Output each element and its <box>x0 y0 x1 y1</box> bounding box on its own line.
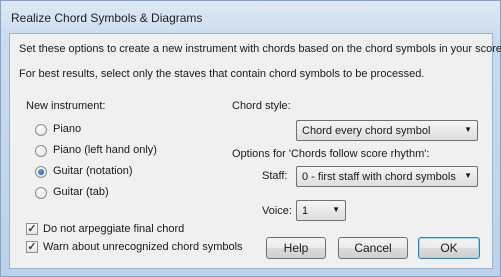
chevron-down-icon: ▼ <box>332 205 340 214</box>
dropdown-value: 1 <box>302 205 309 217</box>
intro-text-2: For best results, select only the staves… <box>19 68 425 80</box>
staff-dropdown[interactable]: 0 - first staff with chord symbols ▼ <box>296 166 478 187</box>
dialog-window: Realize Chord Symbols & Diagrams Set the… <box>0 0 501 277</box>
staff-label: Staff: <box>262 170 288 182</box>
chord-style-label: Chord style: <box>232 100 291 112</box>
checkbox-label[interactable]: Warn about unrecognized chord symbols <box>43 241 243 253</box>
dropdown-value: Chord every chord symbol <box>302 125 431 137</box>
help-button[interactable]: Help <box>266 237 326 259</box>
title-bar[interactable]: Realize Chord Symbols & Diagrams <box>1 1 500 33</box>
dropdown-value: 0 - first staff with chord symbols <box>302 171 456 183</box>
checkbox-label[interactable]: Do not arpeggiate final chord <box>43 223 184 235</box>
rhythm-options-label: Options for 'Chords follow score rhythm'… <box>232 148 430 160</box>
voice-dropdown[interactable]: 1 ▼ <box>296 200 346 221</box>
radio-label[interactable]: Piano <box>53 123 81 135</box>
voice-label: Voice: <box>262 205 292 217</box>
new-instrument-label: New instrument: <box>26 100 106 112</box>
chevron-down-icon: ▼ <box>464 171 472 180</box>
radio-label[interactable]: Guitar (notation) <box>53 165 132 177</box>
checkbox-checked[interactable]: ✓ <box>26 241 38 253</box>
radio-button-selected[interactable] <box>35 166 47 178</box>
window-title: Realize Chord Symbols & Diagrams <box>11 11 203 25</box>
intro-text-1: Set these options to create a new instru… <box>19 43 501 55</box>
ok-button[interactable]: OK <box>418 237 480 259</box>
radio-label[interactable]: Piano (left hand only) <box>53 144 157 156</box>
cancel-button[interactable]: Cancel <box>338 237 408 259</box>
chevron-down-icon: ▼ <box>464 125 472 134</box>
radio-button[interactable] <box>35 124 47 136</box>
radio-button[interactable] <box>35 187 47 199</box>
dialog-body: Set these options to create a new instru… <box>9 33 501 269</box>
radio-button[interactable] <box>35 145 47 157</box>
radio-label[interactable]: Guitar (tab) <box>53 186 109 198</box>
checkbox-checked[interactable]: ✓ <box>26 223 38 235</box>
chord-style-dropdown[interactable]: Chord every chord symbol ▼ <box>296 120 478 141</box>
